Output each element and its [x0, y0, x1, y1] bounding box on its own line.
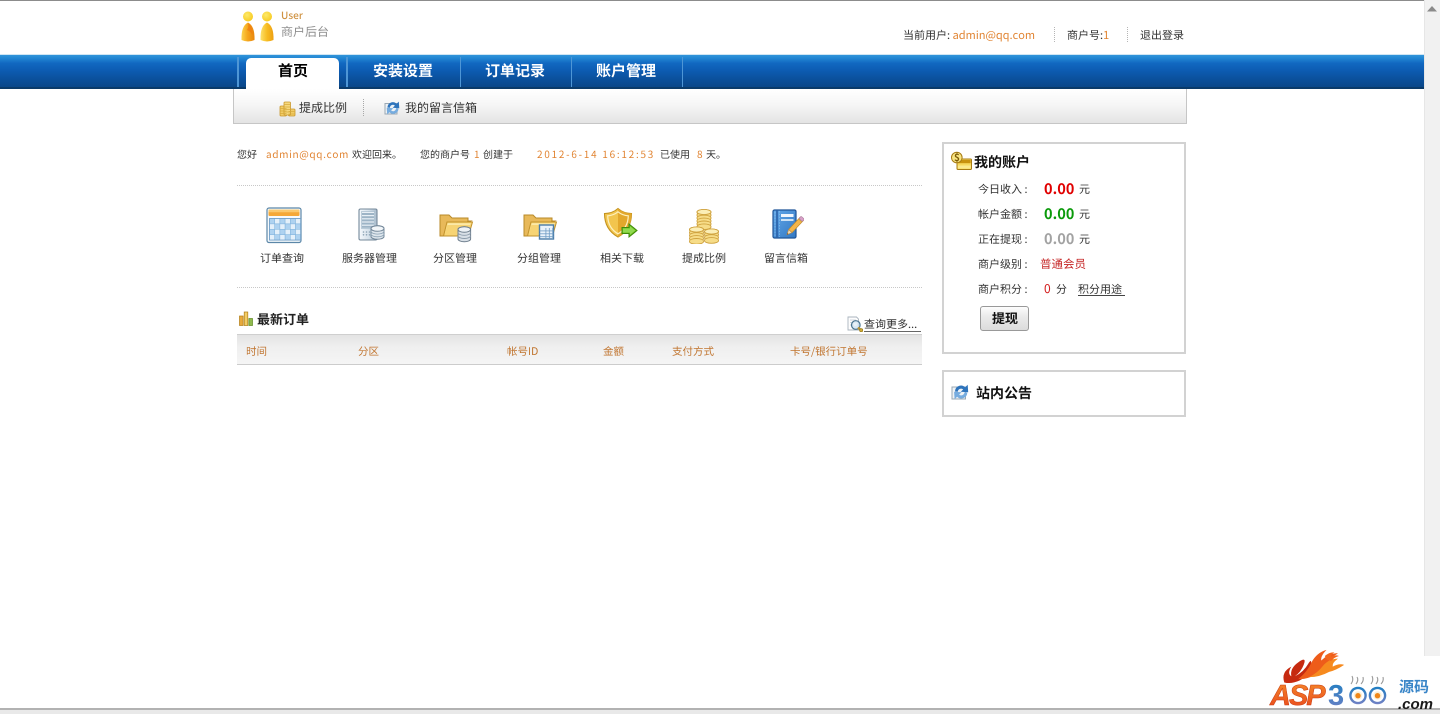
svg-text:ASP: ASP — [1269, 680, 1326, 711]
svg-text:.com: .com — [1398, 696, 1433, 711]
svg-text:3: 3 — [1328, 680, 1344, 711]
